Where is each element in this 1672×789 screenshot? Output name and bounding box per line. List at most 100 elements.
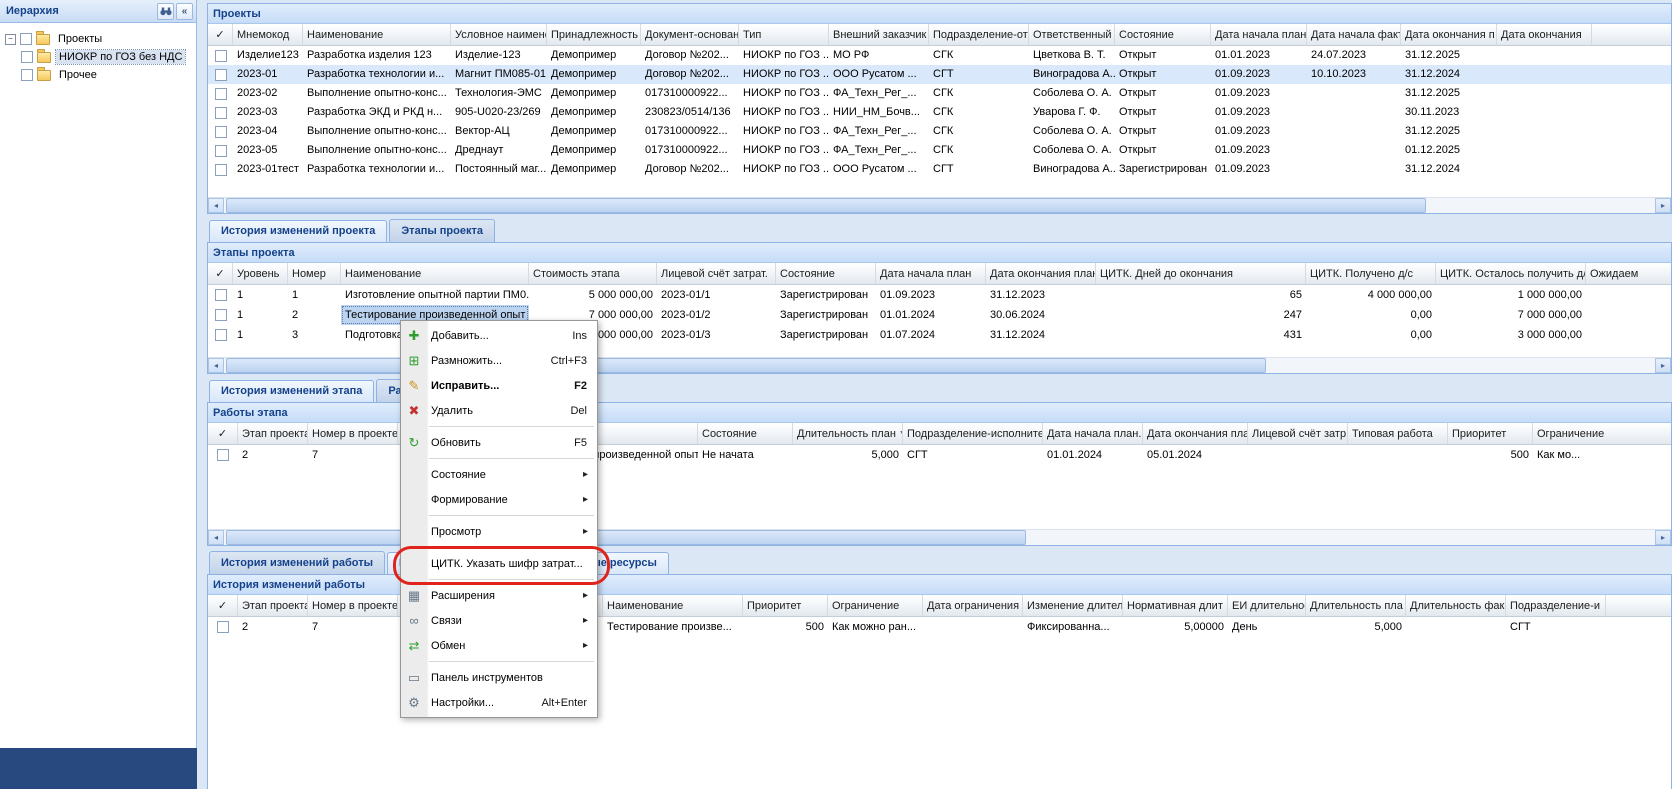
cell[interactable]: СГТ	[903, 445, 1043, 465]
column-header[interactable]: Нормативная длит	[1123, 595, 1228, 616]
column-header[interactable]: Уровень	[233, 263, 288, 284]
column-header[interactable]: Документ-основан	[641, 24, 739, 45]
cell[interactable]: Зарегистрирован	[1115, 160, 1211, 179]
cell[interactable]: 01.01.2024	[876, 305, 986, 325]
cell[interactable]: 2023-01тест	[233, 160, 303, 179]
table-row[interactable]: 11Изготовление опытной партии ПМ0...5 00…	[208, 285, 1671, 305]
cell[interactable]: 1	[233, 325, 288, 345]
cell[interactable]: СГТ	[929, 65, 1029, 84]
row-checkbox[interactable]	[215, 329, 227, 341]
cell[interactable]: 01.12.2025	[1401, 141, 1497, 160]
collapse-sidebar-button[interactable]: «	[176, 3, 193, 20]
cell[interactable]	[208, 141, 233, 160]
cell[interactable]: НИОКР по ГОЗ ...	[739, 122, 829, 141]
cell[interactable]: 7	[308, 445, 398, 465]
tree-node[interactable]: НИОКР по ГОЗ без НДС	[0, 48, 196, 66]
cell[interactable]: Открыт	[1115, 141, 1211, 160]
cell[interactable]: 2	[238, 445, 308, 465]
cell[interactable]: Зарегистрирован	[776, 285, 876, 305]
column-header[interactable]: Ожидаем	[1586, 263, 1672, 284]
cell[interactable]: 01.09.2023	[1211, 103, 1307, 122]
cell[interactable]	[1307, 84, 1401, 103]
cell[interactable]: 10.10.2023	[1307, 65, 1401, 84]
column-header[interactable]: Условное наименова	[451, 24, 547, 45]
cell[interactable]: 2023-01/3	[657, 325, 776, 345]
column-header[interactable]: Номер	[288, 263, 341, 284]
cell[interactable]: СГК	[929, 103, 1029, 122]
column-header[interactable]: Дата окончания	[1497, 24, 1592, 45]
table-row[interactable]: 2023-01Разработка технологии и...Магнит …	[208, 65, 1671, 84]
cell[interactable]: Выполнение опытно-конс...	[303, 122, 451, 141]
cell[interactable]: 31.12.2024	[1401, 65, 1497, 84]
column-header[interactable]: Ограничение	[828, 595, 923, 616]
cell[interactable]	[1248, 445, 1348, 465]
scroll-left-icon[interactable]	[208, 530, 224, 545]
cell[interactable]: 0,00	[1306, 325, 1436, 345]
cell[interactable]: Открыт	[1115, 122, 1211, 141]
cell[interactable]: НИОКР по ГОЗ ...	[739, 160, 829, 179]
cell[interactable]: Тестирование произве...	[603, 617, 743, 637]
cell[interactable]: Выполнение опытно-конс...	[303, 141, 451, 160]
cell[interactable]	[1586, 325, 1672, 345]
cell[interactable]	[208, 122, 233, 141]
cell[interactable]: Демопример	[547, 160, 641, 179]
cell[interactable]: Разработка ЭКД и РКД н...	[303, 103, 451, 122]
cell[interactable]: 3 000 000,00	[1436, 325, 1586, 345]
row-checkbox[interactable]	[215, 50, 227, 62]
cell[interactable]: Изготовление опытной партии ПМ0...	[341, 285, 529, 305]
cell[interactable]: Открыт	[1115, 84, 1211, 103]
cell[interactable]: 31.12.2024	[986, 325, 1096, 345]
cell[interactable]: Технология-ЭМС	[451, 84, 547, 103]
cell[interactable]: ФА_Техн_Рег_...	[829, 122, 929, 141]
scrollbar-thumb[interactable]	[226, 358, 1266, 373]
cell[interactable]: СГТ	[1506, 617, 1606, 637]
tree-node[interactable]: −Проекты	[0, 30, 196, 48]
column-header[interactable]: ЦИТК. Дней до окончания	[1096, 263, 1306, 284]
scrollbar-thumb[interactable]	[226, 530, 1026, 545]
row-checkbox[interactable]	[217, 449, 229, 461]
column-header[interactable]: Принадлежность	[547, 24, 641, 45]
cell[interactable]	[208, 84, 233, 103]
cell[interactable]	[208, 160, 233, 179]
row-checkbox[interactable]	[217, 621, 229, 633]
column-header[interactable]: Ответственный	[1029, 24, 1115, 45]
column-header[interactable]: Приоритет	[743, 595, 828, 616]
cell[interactable]: 31.12.2023	[986, 285, 1096, 305]
cell[interactable]: 31.12.2025	[1401, 122, 1497, 141]
column-header[interactable]: Подразделение-исполнитель.	[903, 423, 1043, 444]
cell[interactable]: 431	[1096, 325, 1306, 345]
column-header[interactable]: Стоимость этапа	[529, 263, 657, 284]
cell[interactable]: 30.06.2024	[986, 305, 1096, 325]
column-header[interactable]: Дата окончания план	[1143, 423, 1248, 444]
cell[interactable]: 2023-01/2	[657, 305, 776, 325]
table-row[interactable]: 2023-02Выполнение опытно-конс...Технолог…	[208, 84, 1671, 103]
column-header[interactable]: Номер в проекте	[308, 423, 398, 444]
cell[interactable]: Виноградова А...	[1029, 160, 1115, 179]
menu-item[interactable]: ✖УдалитьDel	[401, 398, 597, 423]
cell[interactable]: 7	[308, 617, 398, 637]
column-header[interactable]: ✓	[208, 423, 238, 444]
row-checkbox[interactable]	[215, 126, 227, 138]
cell[interactable]	[1497, 141, 1592, 160]
column-header[interactable]: Дата окончания план	[986, 263, 1096, 284]
cell[interactable]: Соболева О. А.	[1029, 122, 1115, 141]
cell[interactable]	[1606, 617, 1672, 637]
column-header[interactable]: Дата начала план.	[1211, 24, 1307, 45]
cell[interactable]	[208, 305, 233, 325]
column-header[interactable]: Изменение длител	[1023, 595, 1123, 616]
column-header[interactable]: Длительность пла	[1306, 595, 1406, 616]
cell[interactable]: 017310000922...	[641, 84, 739, 103]
cell[interactable]: Разработка технологии и...	[303, 65, 451, 84]
cell[interactable]: Цветкова В. Т.	[1029, 46, 1115, 65]
menu-item[interactable]: Состояние▸	[401, 462, 597, 487]
cell[interactable]: Разработка изделия 123	[303, 46, 451, 65]
cell[interactable]: 01.09.2023	[876, 285, 986, 305]
tree-node[interactable]: Прочее	[0, 66, 196, 84]
cell[interactable]: ФА_Техн_Рег_...	[829, 84, 929, 103]
column-header[interactable]: Внешний заказчик	[829, 24, 929, 45]
menu-item[interactable]: ⇄Обмен▸	[401, 633, 597, 658]
cell[interactable]	[1307, 103, 1401, 122]
cell[interactable]: 2023-01/1	[657, 285, 776, 305]
column-header[interactable]: Номер в проекте	[308, 595, 398, 616]
cell[interactable]: 30.11.2023	[1401, 103, 1497, 122]
